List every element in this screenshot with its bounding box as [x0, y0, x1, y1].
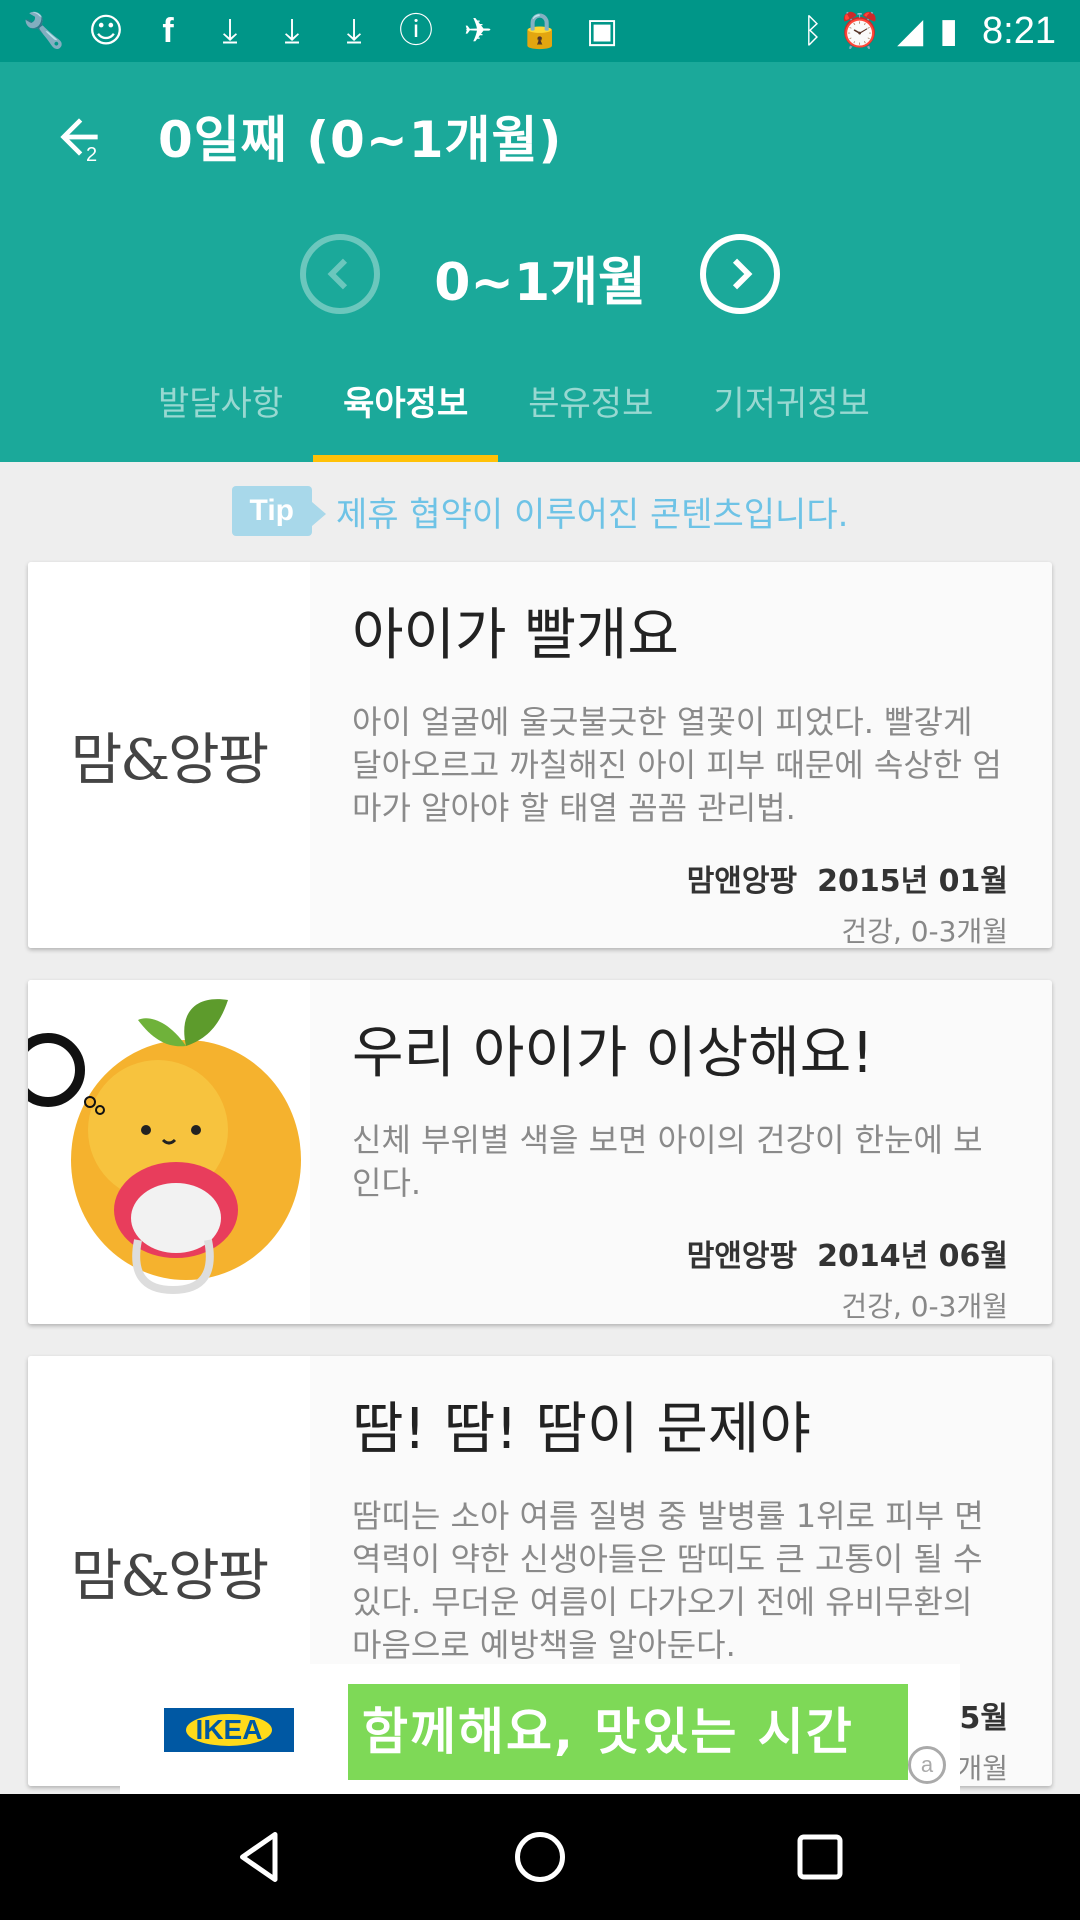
tip-banner: Tip 제휴 협약이 이루어진 콘텐츠입니다. [0, 476, 1080, 546]
status-bar: 🔧 ☺ f ⤓ ⤓ ⤓ ⓘ ✈ 🔒 ▣ ᛒ ⏰ ◢ ▮ 8:21 [0, 0, 1080, 62]
ad-text: 함께해요, 맛있는 시간 [362, 1703, 854, 1761]
article-body: 아이가 빨개요 아이 얼굴에 울긋불긋한 열꽃이 피었다. 빨갛게 달아오르고 … [352, 562, 1008, 948]
battery-icon: ▮ [939, 11, 959, 51]
grapefruit-baby-illustration [28, 980, 310, 1324]
article-tags: 건강, 0-3개월 [841, 1290, 1008, 1323]
tab-bar: 발달사항 육아정보 분유정보 기저귀정보 [128, 364, 900, 462]
ad-info-icon[interactable]: a [908, 1746, 946, 1784]
system-nav-bar [0, 1794, 1080, 1920]
article-date: 2014년 06월 [817, 1239, 1008, 1274]
tab-parenting-info[interactable]: 육아정보 [313, 364, 499, 462]
chevron-left-icon [327, 258, 348, 290]
month-label: 0~1개월 [434, 253, 646, 313]
ad-banner[interactable]: IKEA 함께해요, 맛있는 시간 a [120, 1664, 960, 1794]
article-thumbnail: 맘&앙팡 [28, 562, 310, 948]
mom-enfant-logo: 맘&앙팡 [70, 727, 269, 793]
android-icon: ▣ [585, 11, 619, 51]
tab-formula-info[interactable]: 분유정보 [498, 364, 683, 462]
mom-enfant-logo: 맘&앙팡 [70, 1543, 269, 1609]
article-description: 신체 부위별 색을 보면 아이의 건강이 한눈에 보인다. [352, 1121, 983, 1202]
ikea-logo: IKEA [164, 1708, 294, 1752]
status-right: ᛒ ⏰ ◢ ▮ 8:21 [802, 10, 1056, 53]
bluetooth-icon: ᛒ [802, 11, 823, 51]
download-icon: ⤓ [346, 11, 362, 51]
status-icons: 🔧 ☺ f ⤓ ⤓ ⤓ ⓘ ✈ 🔒 ▣ [22, 11, 802, 51]
article-body: 우리 아이가 이상해요! 신체 부위별 색을 보면 아이의 건강이 한눈에 보인… [352, 980, 1008, 1324]
tip-text: 제휴 협약이 이루어진 콘텐츠입니다. [336, 494, 849, 535]
next-month-button[interactable] [700, 234, 780, 314]
article-date: 2015년 01월 [817, 864, 1008, 899]
facebook-icon: f [162, 12, 174, 50]
page-title: 0일째 (0~1개월) [158, 111, 563, 169]
tab-development[interactable]: 발달사항 [128, 364, 313, 462]
article-description: 땀띠는 소아 여름 질병 중 발병률 1위로 피부 면역력이 약한 신생아들은 … [352, 1497, 984, 1664]
clock: 8:21 [982, 9, 1056, 52]
info-icon: ⓘ [399, 11, 433, 51]
article-card[interactable]: 맘&앙팡 아이가 빨개요 아이 얼굴에 울긋불긋한 열꽃이 피었다. 빨갛게 달… [28, 562, 1052, 948]
wrench-icon: 🔧 [22, 11, 66, 51]
fake-gps-icon: ✈ [463, 11, 493, 51]
tab-diaper-info[interactable]: 기저귀정보 [683, 364, 899, 462]
article-source: 맘앤앙팡 [686, 1239, 798, 1274]
lock-icon: 🔒 [518, 11, 562, 51]
article-tags: 건강, 0-3개월 [841, 915, 1008, 948]
article-title: 아이가 빨개요 [352, 603, 679, 668]
article-meta: 맘앤앙팡 2014년 06월 [352, 1231, 1008, 1275]
tip-badge: Tip [231, 486, 327, 536]
signal-icon: ◢ [897, 11, 924, 51]
back-triangle-icon[interactable] [230, 1827, 290, 1887]
article-card[interactable]: 우리 아이가 이상해요! 신체 부위별 색을 보면 아이의 건강이 한눈에 보인… [28, 980, 1052, 1324]
download-icon: ⤓ [284, 11, 300, 51]
article-description: 아이 얼굴에 울긋불긋한 열꽃이 피었다. 빨갛게 달아오르고 까칠해진 아이 … [352, 703, 1002, 827]
article-date: 5월 [959, 1701, 1008, 1736]
prev-month-button[interactable] [300, 234, 380, 314]
article-meta: 맘앤앙팡 2015년 01월 [352, 856, 1008, 900]
article-title: 우리 아이가 이상해요! [352, 1021, 874, 1086]
ikea-logo-text: IKEA [185, 1714, 273, 1746]
app-bar: 2 0일째 (0~1개월) 0~1개월 발달사항 육아정보 분유정보 기저귀정보 [0, 62, 1080, 462]
recents-square-icon[interactable] [790, 1827, 850, 1887]
arrow-left-icon [60, 118, 98, 156]
download-icon: ⤓ [222, 11, 238, 51]
back-button[interactable] [44, 102, 114, 172]
article-title: 땀! 땀! 땀이 문제야 [352, 1397, 811, 1462]
face-icon: ☺ [88, 11, 124, 51]
chevron-right-icon [732, 258, 753, 290]
back-badge: 2 [86, 144, 98, 166]
article-thumbnail [28, 980, 310, 1324]
alarm-icon: ⏰ [838, 11, 882, 51]
home-circle-icon[interactable] [510, 1827, 570, 1887]
article-source: 맘앤앙팡 [686, 864, 798, 899]
